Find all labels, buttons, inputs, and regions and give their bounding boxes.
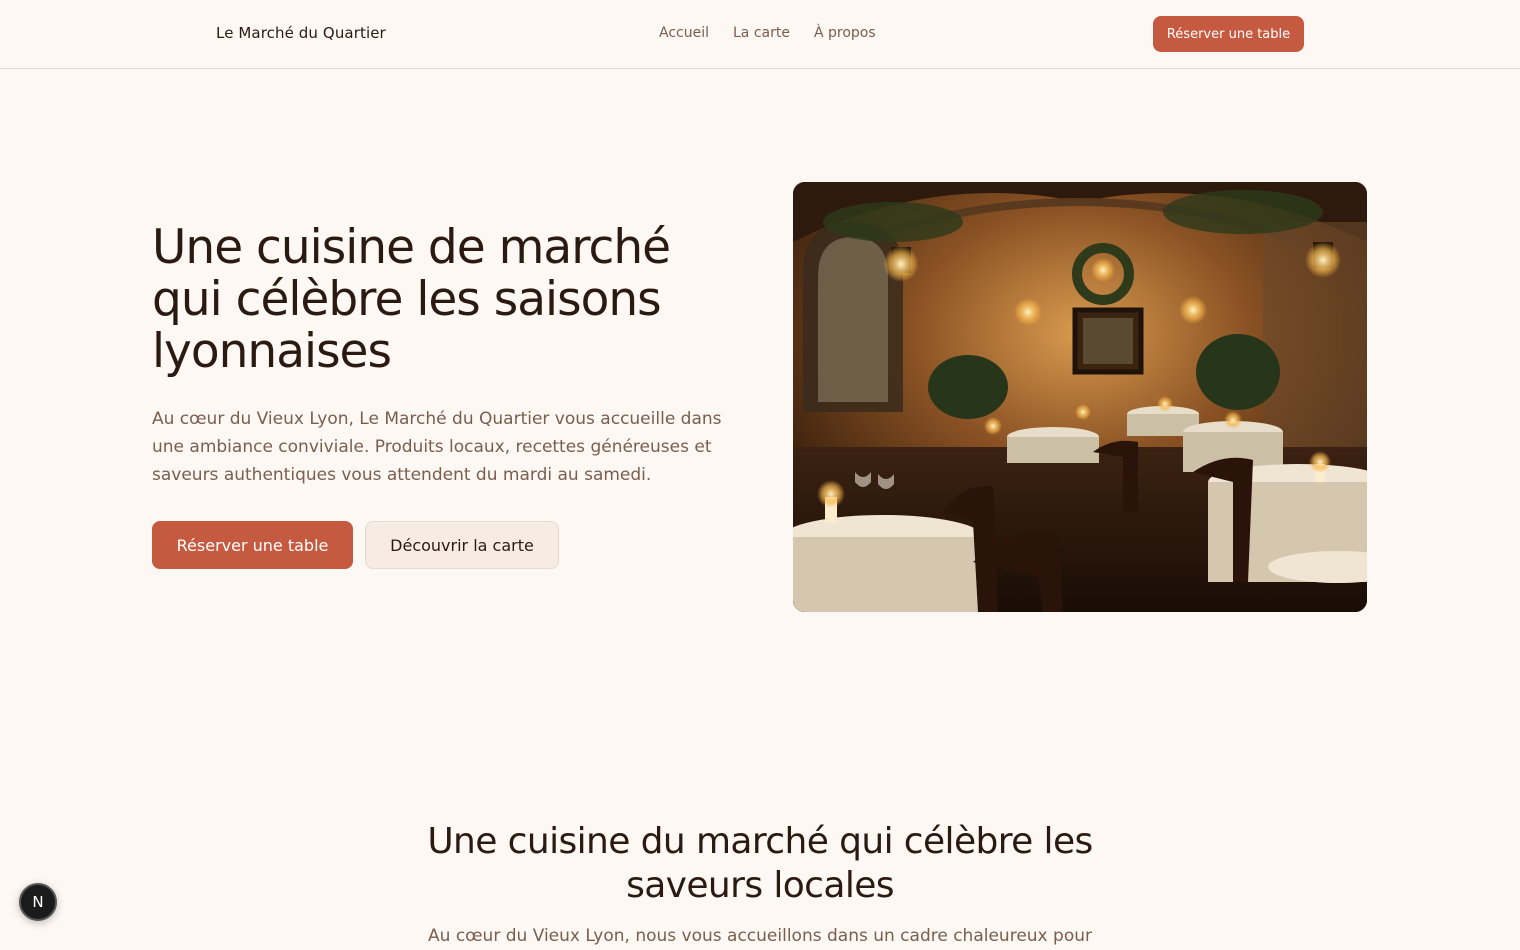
- hero-description: Au cœur du Vieux Lyon, Le Marché du Quar…: [152, 409, 722, 485]
- dev-badge-letter: N: [32, 893, 44, 911]
- nav-link-a-propos[interactable]: À propos: [814, 25, 876, 41]
- main-nav: Accueil La carte À propos: [659, 25, 876, 41]
- hero-reserve-button[interactable]: Réserver une table: [152, 521, 353, 569]
- hero-menu-button[interactable]: Découvrir la carte: [365, 521, 559, 569]
- section-description: Au cœur du Vieux Lyon, nous vous accueil…: [428, 926, 1092, 946]
- site-header: Le Marché du Quartier Accueil La carte À…: [0, 0, 1520, 69]
- dev-tools-badge[interactable]: N: [19, 883, 57, 921]
- section-title: Une cuisine du marché qui célèbre les sa…: [427, 821, 1093, 906]
- header-reserve-button[interactable]: Réserver une table: [1153, 16, 1304, 52]
- nav-link-accueil[interactable]: Accueil: [659, 25, 709, 41]
- hero-title: Une cuisine de marché qui célèbre les sa…: [152, 220, 671, 379]
- brand-logo-text[interactable]: Le Marché du Quartier: [216, 24, 386, 42]
- nav-link-la-carte[interactable]: La carte: [733, 25, 790, 41]
- restaurant-interior-image: [793, 182, 1367, 612]
